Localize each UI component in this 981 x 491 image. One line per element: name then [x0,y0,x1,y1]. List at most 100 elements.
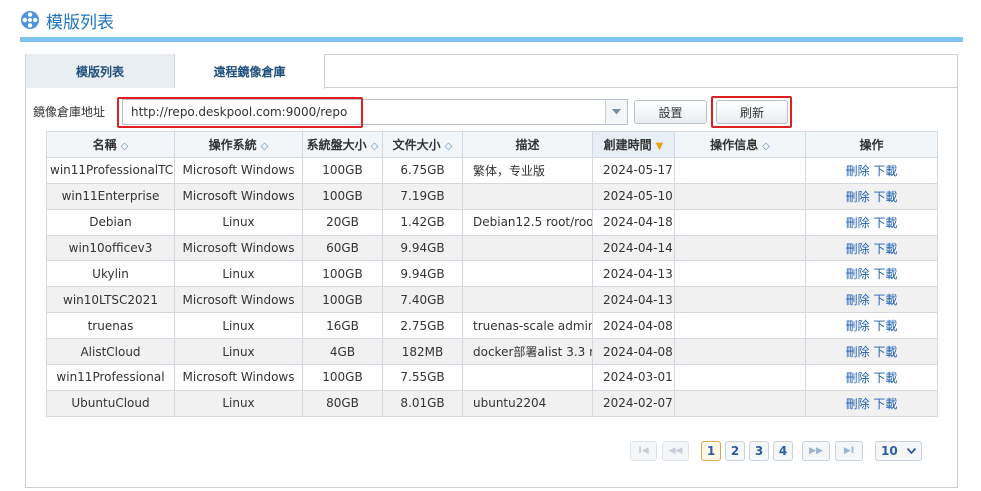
download-link[interactable]: 下載 [873,397,897,411]
cell-created: 2024-03-01 [592,364,675,391]
cell-os: Microsoft Windows [174,364,303,391]
delete-link[interactable]: 刪除 [846,319,870,333]
delete-link[interactable]: 刪除 [846,190,870,204]
col-header-os[interactable]: 操作系統 ◇ [174,131,303,158]
cell-name: truenas [46,312,175,340]
table-row[interactable]: Ukylin Linux 100GB 9.94GB 2024-04-13 刪除 下載 [46,260,938,288]
table-row[interactable]: win10LTSC2021 Microsoft Windows 100GB 7.40G… [46,286,938,314]
cell-info [674,208,806,236]
page-button-2[interactable]: 2 [725,441,745,461]
cell-desc [462,182,593,210]
cell-info [674,364,806,391]
title-divider [20,37,963,42]
table-row[interactable]: UbuntuCloud Linux 80GB 8.01GB ubuntu2204 2024… [46,389,938,417]
delete-link[interactable]: 刪除 [846,164,870,178]
col-header-info[interactable]: 操作信息 ◇ [674,131,806,158]
col-header-created[interactable]: 創建時間 ▼ [592,131,675,158]
delete-link[interactable]: 刪除 [846,293,870,307]
cell-size: 6.75GB [382,156,463,184]
tab-remote-repo[interactable]: 遠程鏡像倉庫 [175,54,325,89]
last-page-button[interactable]: ▶I [835,441,863,461]
tab-template-list[interactable]: 模版列表 [26,54,175,88]
cell-disk: 100GB [302,182,383,210]
table-row[interactable]: win11ProfessionalTC Microsoft Windows 100G… [46,156,938,184]
cell-info [674,234,806,262]
cell-actions: 刪除 下載 [805,208,938,236]
sort-updown-icon: ◇ [370,140,379,152]
cell-info [674,286,806,314]
cell-actions: 刪除 下載 [805,312,938,340]
download-link[interactable]: 下載 [873,293,897,307]
repo-address-label: 鏡像倉庫地址 [33,105,106,119]
cell-actions: 刪除 下載 [805,286,938,314]
cell-size: 7.19GB [382,182,463,210]
table-row[interactable]: win10officev3 Microsoft Windows 60GB 9.94GB… [46,234,938,262]
table-row[interactable]: truenas Linux 16GB 2.75GB truenas-scale admi… [46,312,938,340]
download-link[interactable]: 下載 [873,216,897,230]
delete-link[interactable]: 刪除 [846,267,870,281]
next-page-button[interactable]: ▶▶ [802,441,830,461]
cell-desc [462,260,593,288]
first-page-button[interactable]: I◀ [630,441,657,461]
cell-desc: ubuntu2204 [462,389,593,417]
col-header-disk[interactable]: 系統盤大小 ◇ [302,131,383,158]
download-link[interactable]: 下載 [873,190,897,204]
highlight-repo-address [117,97,363,128]
col-header-size[interactable]: 文件大小 ◇ [382,131,463,158]
cell-disk: 100GB [302,364,383,391]
download-link[interactable]: 下載 [873,242,897,256]
cell-size: 182MB [382,338,463,366]
cell-desc: Debian12.5 root/root [462,208,593,236]
cell-actions: 刪除 下載 [805,234,938,262]
chevron-down-icon [907,448,916,454]
download-link[interactable]: 下載 [873,319,897,333]
download-link[interactable]: 下載 [873,345,897,359]
delete-link[interactable]: 刪除 [846,371,870,385]
table-row[interactable]: win11Enterprise Microsoft Windows 100GB 7.1… [46,182,938,210]
download-link[interactable]: 下載 [873,164,897,178]
cell-desc [462,234,593,262]
cell-name: win11ProfessionalTC [46,156,175,184]
download-link[interactable]: 下載 [873,267,897,281]
cell-size: 7.40GB [382,286,463,314]
page-button-3[interactable]: 3 [749,441,769,461]
page-button-4[interactable]: 4 [773,441,793,461]
cell-created: 2024-04-13 [592,286,675,314]
delete-link[interactable]: 刪除 [846,345,870,359]
cell-info [674,182,806,210]
cell-name: UbuntuCloud [46,389,175,417]
cell-size: 7.55GB [382,364,463,391]
cell-os: Microsoft Windows [174,234,303,262]
table-row[interactable]: AlistCloud Linux 4GB 182MB docker部署alist 3.3… [46,338,938,366]
cell-name: win10LTSC2021 [46,286,175,314]
cell-created: 2024-04-08 [592,312,675,340]
cell-size: 9.94GB [382,234,463,262]
cell-desc [462,364,593,391]
cell-disk: 100GB [302,286,383,314]
sort-updown-icon: ◇ [120,140,129,152]
col-header-name[interactable]: 名稱 ◇ [46,131,175,158]
delete-link[interactable]: 刪除 [846,397,870,411]
cell-disk: 16GB [302,312,383,340]
cell-actions: 刪除 下載 [805,338,938,366]
cell-actions: 刪除 下載 [805,364,938,391]
repo-address-dropdown-button[interactable] [605,100,627,124]
page-button-1[interactable]: 1 [701,441,721,461]
highlight-refresh-button [711,96,792,128]
cell-disk: 60GB [302,234,383,262]
cell-created: 2024-05-17 [592,156,675,184]
table-row[interactable]: win11Professional Microsoft Windows 100GB 7… [46,364,938,391]
table-row[interactable]: Debian Linux 20GB 1.42GB Debian12.5 root/roo… [46,208,938,236]
delete-link[interactable]: 刪除 [846,216,870,230]
cell-desc [462,286,593,314]
cell-created: 2024-02-07 [592,389,675,417]
delete-link[interactable]: 刪除 [846,242,870,256]
page-header: 模版列表 [20,6,114,34]
prev-page-button[interactable]: ◀◀ [662,441,689,461]
download-link[interactable]: 下載 [873,371,897,385]
settings-button[interactable]: 設置 [634,100,707,124]
page-size-select[interactable]: 10 [875,441,922,461]
col-header-actions: 操作 [805,131,938,158]
cell-created: 2024-04-14 [592,234,675,262]
page-title: 模版列表 [46,12,114,33]
